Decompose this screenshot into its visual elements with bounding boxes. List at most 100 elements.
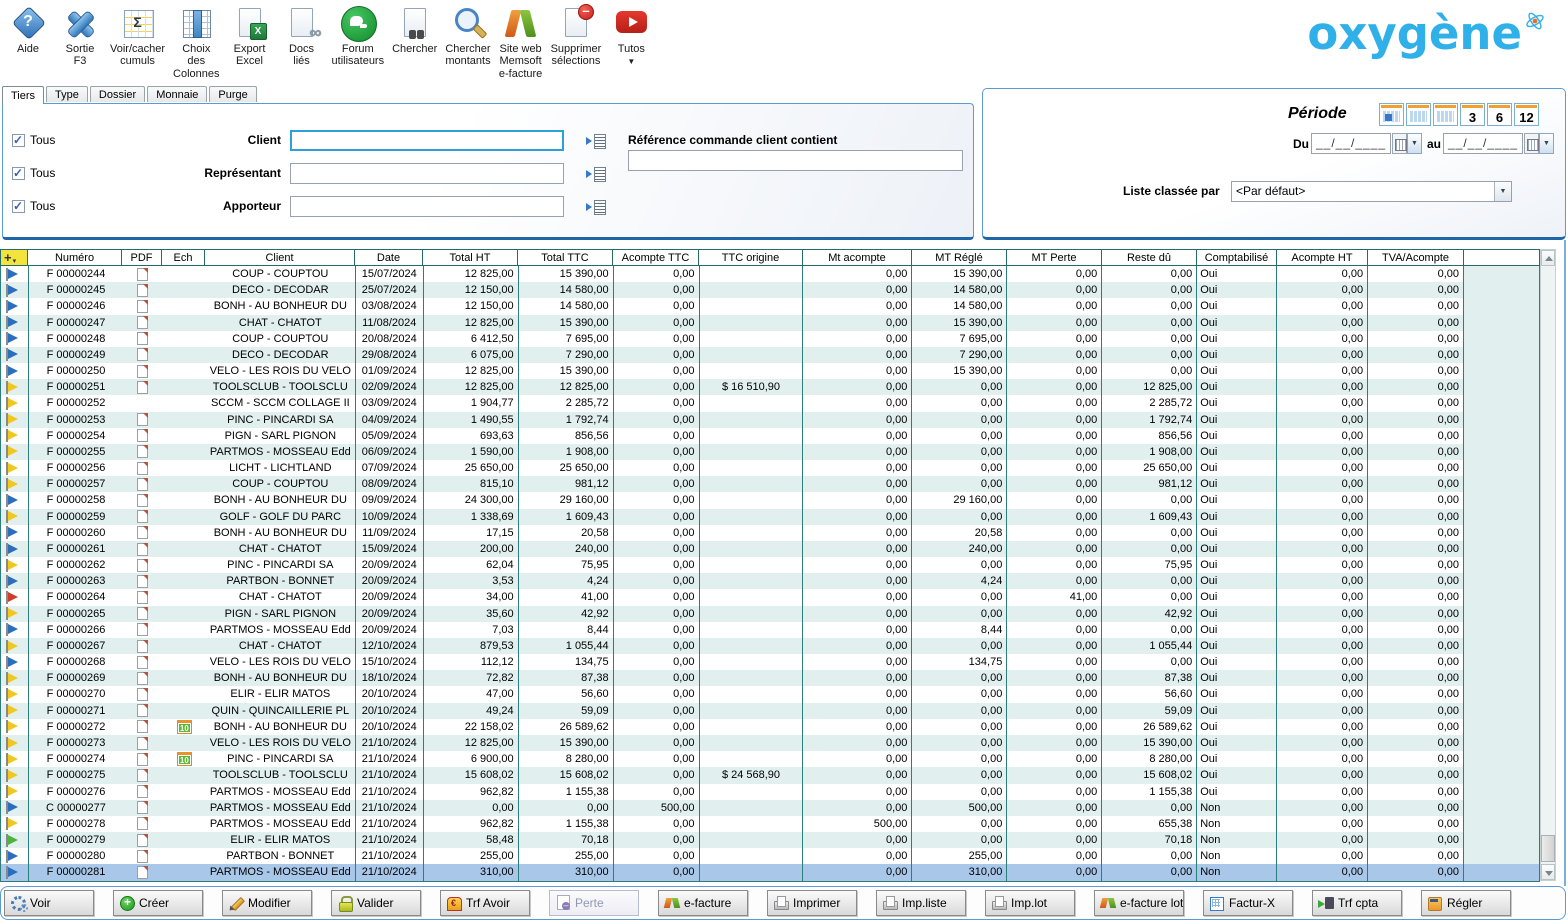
pdf-document-icon[interactable]	[137, 737, 148, 750]
reference-commande-input[interactable]	[628, 150, 963, 171]
table-row[interactable]: F 00000254PIGN - SARL PIGNON05/09/202469…	[1, 428, 1540, 444]
chevron-down-icon[interactable]: ▼	[627, 57, 635, 66]
pdf-document-icon[interactable]	[137, 268, 148, 281]
date-to-input[interactable]: __/__/____	[1443, 133, 1523, 154]
period-month-button[interactable]	[1433, 103, 1458, 126]
pdf-document-icon[interactable]	[137, 316, 148, 329]
date-from-dropdown-button[interactable]	[1407, 133, 1422, 154]
column-header-mt_perte[interactable]: MT Perte	[1007, 249, 1102, 266]
pdf-document-icon[interactable]	[137, 688, 148, 701]
pdf-document-icon[interactable]	[137, 300, 148, 313]
table-row[interactable]: F 00000246BONH - AU BONHEUR DU03/08/2024…	[1, 298, 1540, 314]
echeance-calendar-icon[interactable]	[177, 720, 192, 734]
table-row[interactable]: F 00000261CHAT - CHATOT15/09/2024200,002…	[1, 541, 1540, 557]
column-header-tva_acompte[interactable]: TVA/Acompte	[1368, 249, 1464, 266]
period-6-months-button[interactable]: 6	[1487, 103, 1512, 126]
client-input[interactable]	[290, 130, 564, 151]
imp-lot-button[interactable]: Imp.lot	[985, 890, 1075, 916]
pdf-document-icon[interactable]	[137, 445, 148, 458]
pdf-document-icon[interactable]	[137, 769, 148, 782]
table-row[interactable]: F 00000280PARTBON - BONNET21/10/2024255,…	[1, 848, 1540, 864]
table-row[interactable]: F 00000260BONH - AU BONHEUR DU11/09/2024…	[1, 525, 1540, 541]
tab-type[interactable]: Type	[46, 86, 88, 102]
pdf-document-icon[interactable]	[137, 381, 148, 394]
column-header-mt_acompte[interactable]: Mt acompte	[803, 249, 912, 266]
pdf-document-icon[interactable]	[137, 365, 148, 378]
pdf-document-icon[interactable]	[137, 801, 148, 814]
table-row[interactable]: F 00000270ELIR - ELIR MATOS20/10/202447,…	[1, 686, 1540, 702]
tab-tiers[interactable]: Tiers	[2, 86, 44, 104]
period-day-button[interactable]	[1379, 103, 1404, 126]
table-row[interactable]: F 00000273VELO - LES ROIS DU VELO21/10/2…	[1, 735, 1540, 751]
date-from-calendar-icon[interactable]	[1392, 133, 1407, 154]
pdf-document-icon[interactable]	[137, 478, 148, 491]
tab-purge[interactable]: Purge	[209, 86, 256, 102]
column-header-pdf[interactable]: PDF	[122, 249, 162, 266]
table-row[interactable]: F 00000265PIGN - SARL PIGNON20/09/202435…	[1, 606, 1540, 622]
table-row[interactable]: F 00000272BONH - AU BONHEUR DU20/10/2024…	[1, 719, 1540, 735]
pdf-document-icon[interactable]	[137, 510, 148, 523]
column-header-date[interactable]: Date	[355, 249, 423, 266]
vertical-scrollbar[interactable]	[1540, 249, 1556, 881]
toolbar-button-forum[interactable]: Forum utilisateurs	[328, 2, 389, 69]
toolbar-button-colonnes[interactable]: Choix des Colonnes	[169, 2, 223, 81]
apporteur-input[interactable]	[290, 196, 564, 217]
column-header-num[interactable]: Numéro	[28, 249, 122, 266]
imprimer-button[interactable]: Imprimer	[767, 890, 857, 916]
column-header-filler[interactable]	[1464, 249, 1540, 266]
date-to-dropdown-button[interactable]	[1539, 133, 1554, 154]
toolbar-button-docs-lies[interactable]: Docs liés	[276, 2, 328, 69]
scrollbar-thumb[interactable]	[1541, 835, 1555, 862]
column-header-mt_regle[interactable]: MT Réglé	[912, 249, 1007, 266]
table-row[interactable]: F 00000268VELO - LES ROIS DU VELO15/10/2…	[1, 654, 1540, 670]
regler-button[interactable]: Régler	[1421, 890, 1511, 916]
table-row[interactable]: F 00000255PARTMOS - MOSSEAU Edd06/09/202…	[1, 444, 1540, 460]
pdf-document-icon[interactable]	[137, 429, 148, 442]
tous-client-checkbox[interactable]	[12, 134, 25, 147]
period-3-months-button[interactable]: 3	[1460, 103, 1485, 126]
pdf-document-icon[interactable]	[137, 462, 148, 475]
pdf-document-icon[interactable]	[137, 575, 148, 588]
creer-button[interactable]: Créer	[113, 890, 203, 916]
e-facture-lot-button[interactable]: e-facture lot	[1094, 890, 1184, 916]
pdf-document-icon[interactable]	[137, 607, 148, 620]
trf-avoir-button[interactable]: Trf Avoir	[440, 890, 530, 916]
table-row[interactable]: F 00000249DECO - DECODAR29/08/20246 075,…	[1, 347, 1540, 363]
table-row[interactable]: C 00000277PARTMOS - MOSSEAU Edd21/10/202…	[1, 800, 1540, 816]
table-row[interactable]: F 00000275TOOLSCLUB - TOOLSCLU21/10/2024…	[1, 767, 1540, 783]
table-row[interactable]: F 00000262PINC - PINCARDI SA20/09/202462…	[1, 557, 1540, 573]
table-row[interactable]: F 00000266PARTMOS - MOSSEAU Edd20/09/202…	[1, 622, 1540, 638]
table-row[interactable]: F 00000244COUP - COUPTOU15/07/202412 825…	[1, 266, 1540, 282]
pdf-document-icon[interactable]	[137, 656, 148, 669]
e-facture-button[interactable]: e-facture	[658, 890, 748, 916]
table-row[interactable]: F 00000250VELO - LES ROIS DU VELO01/09/2…	[1, 363, 1540, 379]
toolbar-button-excel[interactable]: Export Excel	[224, 2, 276, 69]
pdf-document-icon[interactable]	[137, 834, 148, 847]
table-row[interactable]: F 00000276PARTMOS - MOSSEAU Edd21/10/202…	[1, 784, 1540, 800]
date-from-input[interactable]: __/__/____	[1311, 133, 1391, 154]
table-row[interactable]: F 00000245DECO - DECODAR25/07/202412 150…	[1, 282, 1540, 298]
table-row[interactable]: F 00000256LICHT - LICHTLAND07/09/202425 …	[1, 460, 1540, 476]
table-row[interactable]: F 00000281PARTMOS - MOSSEAU Edd21/10/202…	[1, 864, 1540, 880]
pdf-document-icon[interactable]	[137, 785, 148, 798]
pdf-document-icon[interactable]	[137, 753, 148, 766]
table-row[interactable]: F 00000248COUP - COUPTOU20/08/20246 412,…	[1, 331, 1540, 347]
tous-representant-checkbox[interactable]	[12, 167, 25, 180]
pdf-document-icon[interactable]	[137, 623, 148, 636]
sort-by-select[interactable]: <Par défaut> ▼	[1231, 181, 1512, 202]
pdf-document-icon[interactable]	[137, 850, 148, 863]
table-row[interactable]: F 00000264CHAT - CHATOT20/09/202434,0041…	[1, 589, 1540, 605]
voir-button[interactable]: Voir	[4, 890, 94, 916]
column-header-reste_du[interactable]: Reste dû	[1102, 249, 1197, 266]
pdf-document-icon[interactable]	[137, 559, 148, 572]
column-header-ech[interactable]: Ech	[162, 249, 205, 266]
table-row[interactable]: F 00000259GOLF - GOLF DU PARC10/09/20241…	[1, 509, 1540, 525]
scroll-down-button[interactable]	[1541, 864, 1555, 880]
scroll-up-button[interactable]	[1541, 250, 1555, 266]
pdf-document-icon[interactable]	[137, 494, 148, 507]
pdf-document-icon[interactable]	[137, 332, 148, 345]
pdf-document-icon[interactable]	[137, 817, 148, 830]
table-row[interactable]: F 00000267CHAT - CHATOT12/10/2024879,531…	[1, 638, 1540, 654]
representant-input[interactable]	[290, 163, 564, 184]
pdf-document-icon[interactable]	[137, 866, 148, 879]
